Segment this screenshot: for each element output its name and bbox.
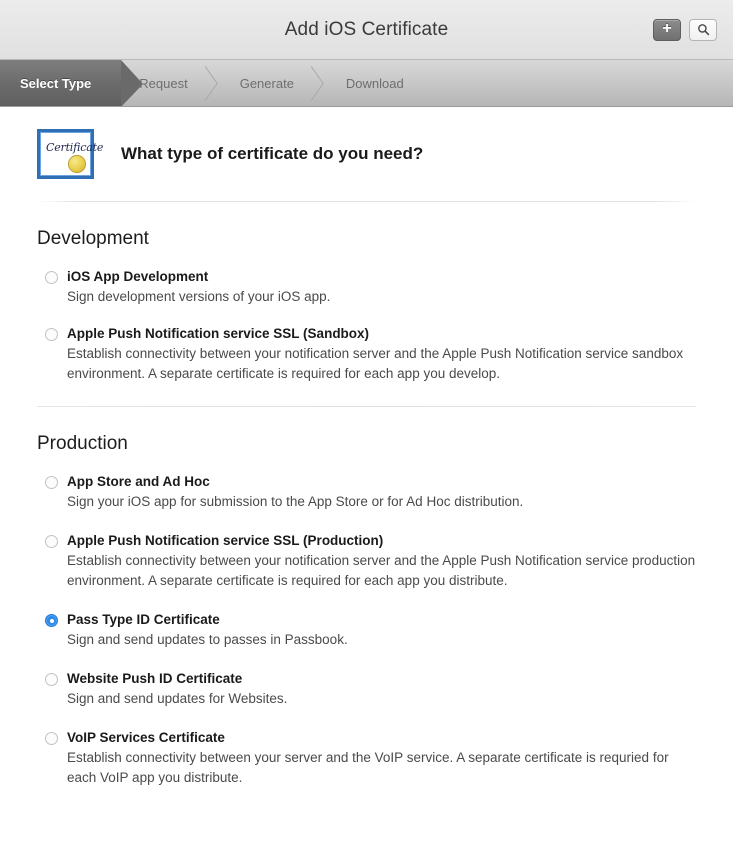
search-button[interactable] xyxy=(689,18,717,41)
radio-icon[interactable] xyxy=(45,328,58,341)
certificate-icon-word: Certificate xyxy=(46,141,104,154)
option-description: Establish connectivity between your noti… xyxy=(67,553,696,588)
option-title: Website Push ID Certificate xyxy=(67,671,243,686)
step-download[interactable]: Download xyxy=(328,60,438,106)
option-apns-ssl-sandbox[interactable]: Apple Push Notification service SSL (San… xyxy=(37,325,696,384)
step-generate[interactable]: Generate xyxy=(222,60,328,106)
option-website-push-id-certificate[interactable]: Website Push ID Certificate Sign and sen… xyxy=(37,670,696,709)
step-label: Request xyxy=(139,75,188,91)
wizard-step-bar: Select Type Request Generate Download xyxy=(0,60,733,107)
section-title-production: Production xyxy=(37,433,128,454)
option-app-store-and-ad-hoc[interactable]: App Store and Ad Hoc Sign your iOS app f… xyxy=(37,473,696,512)
radio-icon-selected[interactable] xyxy=(45,614,58,627)
radio-icon[interactable] xyxy=(45,673,58,686)
radio-icon[interactable] xyxy=(45,476,58,489)
option-title: VoIP Services Certificate xyxy=(67,730,225,745)
option-ios-app-development[interactable]: iOS App Development Sign development ver… xyxy=(37,268,696,307)
certificate-icon: Certificate xyxy=(37,129,103,179)
step-label: Select Type xyxy=(20,75,92,91)
option-pass-type-id-certificate[interactable]: Pass Type ID Certificate Sign and send u… xyxy=(37,611,696,650)
option-title: App Store and Ad Hoc xyxy=(67,474,210,489)
intro-block: Certificate What type of certificate do … xyxy=(37,107,696,201)
section-production: Production App Store and Ad Hoc Sign you… xyxy=(37,407,696,788)
option-title: iOS App Development xyxy=(67,269,209,284)
titlebar-actions: + xyxy=(653,18,717,41)
section-title-development: Development xyxy=(37,228,149,249)
step-label: Download xyxy=(345,75,404,91)
radio-icon[interactable] xyxy=(45,271,58,284)
option-apns-ssl-production[interactable]: Apple Push Notification service SSL (Pro… xyxy=(37,532,696,591)
option-title: Pass Type ID Certificate xyxy=(67,612,220,627)
option-description: Establish connectivity between your noti… xyxy=(67,346,684,381)
option-description: Sign development versions of your iOS ap… xyxy=(67,289,331,304)
option-title: Apple Push Notification service SSL (Pro… xyxy=(67,533,384,548)
option-voip-services-certificate[interactable]: VoIP Services Certificate Establish conn… xyxy=(37,729,696,788)
search-icon xyxy=(697,24,709,36)
option-description: Sign and send updates for Websites. xyxy=(67,691,288,706)
step-select-type[interactable]: Select Type xyxy=(0,60,144,106)
option-description: Sign and send updates to passes in Passb… xyxy=(67,632,348,647)
option-description: Sign your iOS app for submission to the … xyxy=(67,494,524,509)
certificate-seal-icon xyxy=(69,156,85,172)
add-certificate-button[interactable]: + xyxy=(653,18,681,41)
window-titlebar: Add iOS Certificate + xyxy=(0,0,733,60)
step-label: Generate xyxy=(239,75,294,91)
radio-icon[interactable] xyxy=(45,732,58,745)
section-development: Development iOS App Development Sign dev… xyxy=(37,202,696,406)
intro-heading: What type of certificate do you need? xyxy=(121,144,424,163)
option-description: Establish connectivity between your serv… xyxy=(67,750,669,785)
plus-icon: + xyxy=(662,19,672,37)
page-title: Add iOS Certificate xyxy=(284,18,449,40)
radio-icon[interactable] xyxy=(45,535,58,548)
option-title: Apple Push Notification service SSL (San… xyxy=(67,326,370,341)
main-content: Certificate What type of certificate do … xyxy=(0,107,733,788)
